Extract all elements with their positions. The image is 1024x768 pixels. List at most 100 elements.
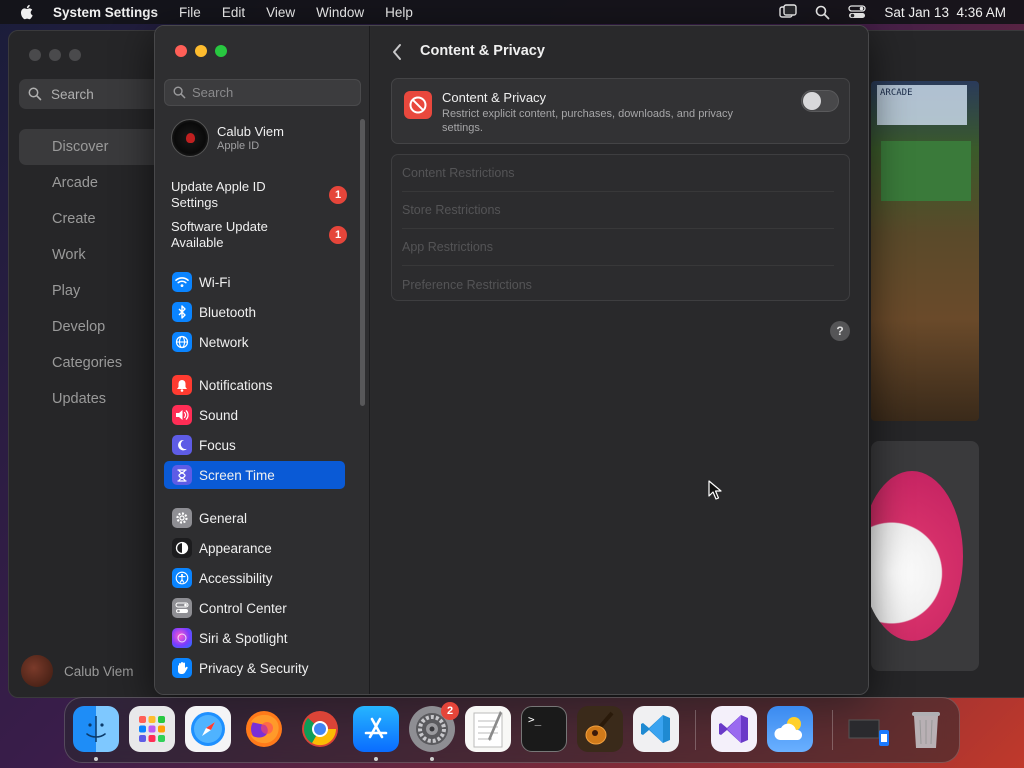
safari-icon[interactable] bbox=[185, 706, 231, 752]
sidebar-item-label: Notifications bbox=[199, 377, 273, 393]
gear-icon bbox=[172, 508, 192, 528]
app-store-zoom-button[interactable] bbox=[69, 49, 81, 61]
trash-icon[interactable] bbox=[903, 706, 949, 752]
app-store-running-indicator bbox=[374, 757, 378, 761]
system-settings-badge: 2 bbox=[441, 702, 459, 720]
app-store-nav-updates[interactable]: Updates bbox=[19, 381, 169, 417]
menu-file[interactable]: File bbox=[179, 5, 201, 20]
menu-view[interactable]: View bbox=[266, 5, 295, 20]
page-title: Content & Privacy bbox=[420, 43, 545, 59]
sidebar-item-label: Network bbox=[199, 334, 249, 350]
app-store-nav-arcade[interactable]: Arcade bbox=[19, 165, 169, 201]
sidebar-item-general[interactable]: General bbox=[164, 504, 345, 532]
vscode-icon[interactable] bbox=[633, 706, 679, 752]
sidebar-alert-software-update[interactable]: Software Update Available 1 bbox=[171, 219, 351, 253]
settings-search-input[interactable] bbox=[192, 85, 352, 100]
minimize-button[interactable] bbox=[195, 45, 207, 57]
app-store-nav-play[interactable]: Play bbox=[19, 273, 169, 309]
help-button[interactable]: ? bbox=[830, 321, 850, 341]
settings-content: Content & Privacy Content & Privacy Rest… bbox=[371, 26, 868, 694]
sidebar-alert-update-apple-id[interactable]: Update Apple ID Settings 1 bbox=[171, 179, 351, 213]
app-store-close-button[interactable] bbox=[29, 49, 41, 61]
sidebar-item-label: Focus bbox=[199, 437, 236, 453]
control-center-icon[interactable] bbox=[848, 4, 867, 20]
app-store-nav-work[interactable]: Work bbox=[19, 237, 169, 273]
chrome-icon[interactable] bbox=[297, 706, 343, 752]
spotlight-search-icon[interactable] bbox=[815, 5, 830, 20]
search-icon bbox=[173, 86, 186, 99]
search-icon bbox=[28, 87, 42, 101]
sidebar-item-appearance[interactable]: Appearance bbox=[164, 534, 345, 562]
alert-label-line2: Settings bbox=[171, 195, 218, 210]
sidebar-item-screen-time[interactable]: Screen Time bbox=[164, 461, 345, 489]
dock-separator bbox=[695, 710, 696, 750]
visual-studio-icon[interactable] bbox=[711, 706, 757, 752]
sidebar-item-label: Siri & Spotlight bbox=[199, 630, 288, 646]
downloads-stack-icon[interactable] bbox=[847, 706, 893, 752]
bluetooth-icon bbox=[172, 302, 192, 322]
content-privacy-toggle[interactable] bbox=[801, 90, 839, 112]
app-store-minimize-button[interactable] bbox=[49, 49, 61, 61]
featured-artwork[interactable]: ARCADE bbox=[871, 81, 979, 421]
alert-label-line1: Update Apple ID bbox=[171, 179, 266, 194]
apple-id-profile[interactable]: Calub Viem Apple ID bbox=[171, 119, 284, 157]
menu-clock[interactable]: Sat Jan 13 4:36 AM bbox=[884, 5, 1006, 20]
sidebar-item-focus[interactable]: Focus bbox=[164, 431, 345, 459]
sidebar-item-label: Bluetooth bbox=[199, 304, 257, 320]
content-privacy-heading: Content & Privacy bbox=[442, 90, 547, 105]
app-store-nav-categories[interactable]: Categories bbox=[19, 345, 169, 381]
menu-edit[interactable]: Edit bbox=[222, 5, 245, 20]
app-store-traffic-lights bbox=[29, 49, 81, 61]
sidebar-item-network[interactable]: Network bbox=[164, 328, 345, 356]
terminal-icon[interactable]: >_ bbox=[521, 706, 567, 752]
content-privacy-description: Restrict explicit content, purchases, do… bbox=[442, 108, 734, 134]
artwork-crate bbox=[881, 141, 971, 201]
hand-icon bbox=[172, 658, 192, 678]
screen-mirroring-icon[interactable] bbox=[779, 4, 798, 20]
finder-icon[interactable] bbox=[73, 706, 119, 752]
menu-window[interactable]: Window bbox=[316, 5, 364, 20]
menu-bar: System Settings File Edit View Window He… bbox=[0, 0, 1024, 24]
sidebar-item-control-center[interactable]: Control Center bbox=[164, 594, 345, 622]
firefox-icon[interactable] bbox=[241, 706, 287, 752]
sidebar-item-bluetooth[interactable]: Bluetooth bbox=[164, 298, 345, 326]
featured-app-card[interactable] bbox=[871, 441, 979, 671]
textedit-icon[interactable] bbox=[465, 706, 511, 752]
sidebar-item-label: General bbox=[199, 510, 248, 526]
restriction-icon bbox=[404, 91, 432, 119]
app-store-search-field[interactable]: Search bbox=[19, 79, 169, 109]
store-restrictions-row: Store Restrictions bbox=[402, 192, 834, 229]
menu-help[interactable]: Help bbox=[385, 5, 413, 20]
settings-sidebar: Calub Viem Apple ID Update Apple ID Sett… bbox=[155, 26, 370, 694]
app-store-nav-create[interactable]: Create bbox=[19, 201, 169, 237]
sidebar-item-label: Screen Time bbox=[199, 467, 275, 483]
zoom-button[interactable] bbox=[215, 45, 227, 57]
sidebar-item-sound[interactable]: Sound bbox=[164, 401, 345, 429]
app-store-nav-discover[interactable]: Discover bbox=[19, 129, 169, 165]
sidebar-item-notifications[interactable]: Notifications bbox=[164, 371, 345, 399]
close-button[interactable] bbox=[175, 45, 187, 57]
apple-menu-icon[interactable] bbox=[18, 3, 36, 21]
launchpad-icon[interactable] bbox=[129, 706, 175, 752]
toggle-knob bbox=[803, 92, 821, 110]
app-store-icon[interactable] bbox=[353, 706, 399, 752]
profile-subtitle: Apple ID bbox=[217, 140, 260, 152]
sidebar-item-label: Control Center bbox=[199, 600, 287, 616]
sidebar-item-privacy-security[interactable]: Privacy & Security bbox=[164, 654, 345, 682]
back-chevron-icon[interactable] bbox=[391, 43, 403, 61]
sidebar-item-siri-spotlight[interactable]: Siri & Spotlight bbox=[164, 624, 345, 652]
app-store-account[interactable]: Calub Viem bbox=[21, 655, 134, 687]
sidebar-item-label: Sound bbox=[199, 407, 239, 423]
appearance-icon bbox=[172, 538, 192, 558]
weather-icon[interactable] bbox=[767, 706, 813, 752]
sidebar-scrollbar[interactable] bbox=[360, 119, 365, 406]
garageband-icon[interactable] bbox=[577, 706, 623, 752]
alert-count-badge: 1 bbox=[329, 226, 347, 244]
finder-running-indicator bbox=[94, 757, 98, 761]
settings-search-field[interactable] bbox=[164, 79, 361, 106]
app-store-nav-develop[interactable]: Develop bbox=[19, 309, 169, 345]
sidebar-item-accessibility[interactable]: Accessibility bbox=[164, 564, 345, 592]
sidebar-item-wifi[interactable]: Wi-Fi bbox=[164, 268, 345, 296]
siri-icon bbox=[172, 628, 192, 648]
menu-app-name[interactable]: System Settings bbox=[53, 5, 158, 20]
